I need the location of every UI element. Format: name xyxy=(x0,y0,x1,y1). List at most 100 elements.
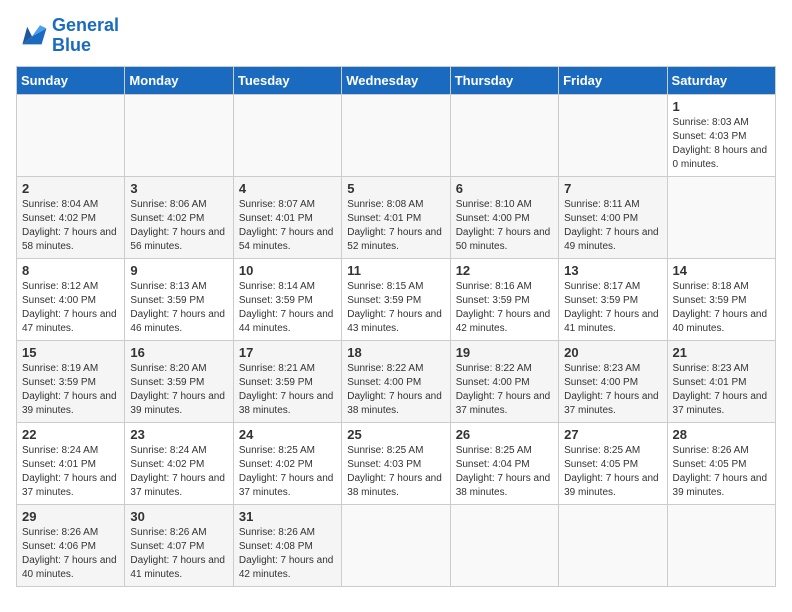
day-info: Sunrise: 8:22 AMSunset: 4:00 PMDaylight:… xyxy=(456,362,553,418)
day-info: Sunrise: 8:13 AMSunset: 3:59 PMDaylight:… xyxy=(130,280,227,336)
day-info: Sunrise: 8:18 AMSunset: 3:59 PMDaylight:… xyxy=(673,280,770,336)
calendar-week-4: 15Sunrise: 8:19 AMSunset: 3:59 PMDayligh… xyxy=(17,340,776,422)
day-info: Sunrise: 8:08 AMSunset: 4:01 PMDaylight:… xyxy=(347,198,444,254)
day-cell-7: 7 Sunrise: 8:11 AMSunset: 4:00 PMDaylight… xyxy=(559,176,667,258)
day-cell-12: 12 Sunrise: 8:16 AMSunset: 3:59 PMDayligh… xyxy=(450,258,558,340)
header-saturday: Saturday xyxy=(667,66,775,94)
empty-cell xyxy=(342,504,450,586)
day-cell-10: 10 Sunrise: 8:14 AMSunset: 3:59 PMDayligh… xyxy=(233,258,341,340)
day-number: 16 xyxy=(130,345,227,360)
day-info: Sunrise: 8:25 AMSunset: 4:02 PMDaylight:… xyxy=(239,444,336,500)
day-info: Sunrise: 8:10 AMSunset: 4:00 PMDaylight:… xyxy=(456,198,553,254)
day-number: 17 xyxy=(239,345,336,360)
empty-cell xyxy=(125,94,233,176)
day-info: Sunrise: 8:16 AMSunset: 3:59 PMDaylight:… xyxy=(456,280,553,336)
header-tuesday: Tuesday xyxy=(233,66,341,94)
empty-cell xyxy=(667,504,775,586)
day-cell-26: 26Sunrise: 8:25 AMSunset: 4:04 PMDayligh… xyxy=(450,422,558,504)
day-info: Sunrise: 8:21 AMSunset: 3:59 PMDaylight:… xyxy=(239,362,336,418)
day-cell-17: 17 Sunrise: 8:21 AMSunset: 3:59 PMDayligh… xyxy=(233,340,341,422)
day-cell-22: 22Sunrise: 8:24 AMSunset: 4:01 PMDayligh… xyxy=(17,422,125,504)
day-number: 14 xyxy=(673,263,770,278)
day-info: Sunrise: 8:14 AMSunset: 3:59 PMDaylight:… xyxy=(239,280,336,336)
day-cell-6: 6Sunrise: 8:10 AMSunset: 4:00 PMDaylight… xyxy=(450,176,558,258)
page-header: General Blue xyxy=(16,16,776,56)
calendar-week-1: 1 Sunrise: 8:03 AMSunset: 4:03 PMDaylight… xyxy=(17,94,776,176)
day-cell-14: 14 Sunrise: 8:18 AMSunset: 3:59 PMDayligh… xyxy=(667,258,775,340)
day-number: 1 xyxy=(673,99,770,114)
day-number: 8 xyxy=(22,263,119,278)
day-info: Sunrise: 8:07 AMSunset: 4:01 PMDaylight:… xyxy=(239,198,336,254)
day-info: Sunrise: 8:23 AMSunset: 4:00 PMDaylight:… xyxy=(564,362,661,418)
day-info: Sunrise: 8:26 AMSunset: 4:07 PMDaylight:… xyxy=(130,526,227,582)
day-cell-13: 13 Sunrise: 8:17 AMSunset: 3:59 PMDayligh… xyxy=(559,258,667,340)
day-info: Sunrise: 8:23 AMSunset: 4:01 PMDaylight:… xyxy=(673,362,770,418)
day-cell-30: 30 Sunrise: 8:26 AMSunset: 4:07 PMDayligh… xyxy=(125,504,233,586)
day-number: 30 xyxy=(130,509,227,524)
day-number: 31 xyxy=(239,509,336,524)
day-number: 24 xyxy=(239,427,336,442)
header-row: SundayMondayTuesdayWednesdayThursdayFrid… xyxy=(17,66,776,94)
calendar-table: SundayMondayTuesdayWednesdayThursdayFrid… xyxy=(16,66,776,587)
day-number: 9 xyxy=(130,263,227,278)
logo-text: General Blue xyxy=(52,16,119,56)
day-number: 13 xyxy=(564,263,661,278)
empty-cell xyxy=(559,504,667,586)
day-info: Sunrise: 8:11 AMSunset: 4:00 PMDaylight:… xyxy=(564,198,661,254)
day-info: Sunrise: 8:06 AMSunset: 4:02 PMDaylight:… xyxy=(130,198,227,254)
day-cell-29: 29Sunrise: 8:26 AMSunset: 4:06 PMDayligh… xyxy=(17,504,125,586)
day-number: 12 xyxy=(456,263,553,278)
day-cell-3: 3 Sunrise: 8:06 AMSunset: 4:02 PMDaylight… xyxy=(125,176,233,258)
day-cell-5: 5Sunrise: 8:08 AMSunset: 4:01 PMDaylight… xyxy=(342,176,450,258)
day-cell-19: 19 Sunrise: 8:22 AMSunset: 4:00 PMDayligh… xyxy=(450,340,558,422)
day-info: Sunrise: 8:26 AMSunset: 4:08 PMDaylight:… xyxy=(239,526,336,582)
day-number: 10 xyxy=(239,263,336,278)
day-info: Sunrise: 8:03 AMSunset: 4:03 PMDaylight:… xyxy=(673,116,770,172)
day-info: Sunrise: 8:26 AMSunset: 4:05 PMDaylight:… xyxy=(673,444,770,500)
day-cell-27: 27Sunrise: 8:25 AMSunset: 4:05 PMDayligh… xyxy=(559,422,667,504)
empty-cell xyxy=(667,176,775,258)
calendar-week-6: 29Sunrise: 8:26 AMSunset: 4:06 PMDayligh… xyxy=(17,504,776,586)
empty-cell xyxy=(17,94,125,176)
calendar-week-3: 8 Sunrise: 8:12 AMSunset: 4:00 PMDaylight… xyxy=(17,258,776,340)
day-cell-9: 9 Sunrise: 8:13 AMSunset: 3:59 PMDaylight… xyxy=(125,258,233,340)
day-number: 21 xyxy=(673,345,770,360)
header-sunday: Sunday xyxy=(17,66,125,94)
calendar-week-2: 2 Sunrise: 8:04 AMSunset: 4:02 PMDaylight… xyxy=(17,176,776,258)
day-number: 11 xyxy=(347,263,444,278)
day-cell-11: 11 Sunrise: 8:15 AMSunset: 3:59 PMDayligh… xyxy=(342,258,450,340)
day-info: Sunrise: 8:15 AMSunset: 3:59 PMDaylight:… xyxy=(347,280,444,336)
day-number: 7 xyxy=(564,181,661,196)
day-number: 3 xyxy=(130,181,227,196)
day-info: Sunrise: 8:24 AMSunset: 4:02 PMDaylight:… xyxy=(130,444,227,500)
day-number: 2 xyxy=(22,181,119,196)
day-info: Sunrise: 8:25 AMSunset: 4:05 PMDaylight:… xyxy=(564,444,661,500)
day-cell-21: 21 Sunrise: 8:23 AMSunset: 4:01 PMDayligh… xyxy=(667,340,775,422)
day-cell-16: 16 Sunrise: 8:20 AMSunset: 3:59 PMDayligh… xyxy=(125,340,233,422)
day-number: 25 xyxy=(347,427,444,442)
calendar-week-5: 22Sunrise: 8:24 AMSunset: 4:01 PMDayligh… xyxy=(17,422,776,504)
day-info: Sunrise: 8:19 AMSunset: 3:59 PMDaylight:… xyxy=(22,362,119,418)
day-cell-20: 20Sunrise: 8:23 AMSunset: 4:00 PMDayligh… xyxy=(559,340,667,422)
header-thursday: Thursday xyxy=(450,66,558,94)
day-cell-25: 25Sunrise: 8:25 AMSunset: 4:03 PMDayligh… xyxy=(342,422,450,504)
day-cell-1: 1 Sunrise: 8:03 AMSunset: 4:03 PMDaylight… xyxy=(667,94,775,176)
empty-cell xyxy=(450,94,558,176)
day-number: 4 xyxy=(239,181,336,196)
day-cell-8: 8 Sunrise: 8:12 AMSunset: 4:00 PMDaylight… xyxy=(17,258,125,340)
empty-cell xyxy=(450,504,558,586)
empty-cell xyxy=(233,94,341,176)
day-info: Sunrise: 8:12 AMSunset: 4:00 PMDaylight:… xyxy=(22,280,119,336)
day-number: 28 xyxy=(673,427,770,442)
day-info: Sunrise: 8:26 AMSunset: 4:06 PMDaylight:… xyxy=(22,526,119,582)
day-cell-28: 28 Sunrise: 8:26 AMSunset: 4:05 PMDayligh… xyxy=(667,422,775,504)
day-info: Sunrise: 8:04 AMSunset: 4:02 PMDaylight:… xyxy=(22,198,119,254)
empty-cell xyxy=(559,94,667,176)
header-friday: Friday xyxy=(559,66,667,94)
day-cell-23: 23 Sunrise: 8:24 AMSunset: 4:02 PMDayligh… xyxy=(125,422,233,504)
day-number: 23 xyxy=(130,427,227,442)
day-cell-31: 31 Sunrise: 8:26 AMSunset: 4:08 PMDayligh… xyxy=(233,504,341,586)
day-info: Sunrise: 8:20 AMSunset: 3:59 PMDaylight:… xyxy=(130,362,227,418)
day-number: 19 xyxy=(456,345,553,360)
day-info: Sunrise: 8:17 AMSunset: 3:59 PMDaylight:… xyxy=(564,280,661,336)
